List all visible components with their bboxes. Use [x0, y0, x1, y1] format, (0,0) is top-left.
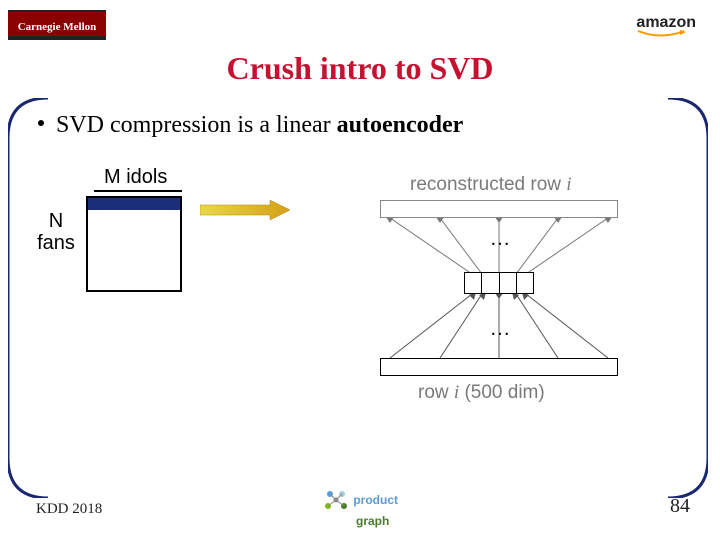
matrix-highlighted-row [88, 198, 180, 210]
output-row-box [380, 200, 618, 218]
page-number: 84 [670, 495, 690, 518]
bottleneck-box [464, 272, 534, 294]
amazon-text: amazon [636, 14, 696, 31]
slide-title: Crush intro to SVD [0, 50, 720, 87]
rowi-dim: (500 dim) [459, 382, 545, 403]
ellipsis-top: … [490, 228, 510, 251]
slide-frame [8, 98, 708, 498]
rows-label-n: N [49, 210, 63, 232]
footer-venue: KDD 2018 [36, 501, 102, 518]
ellipsis-bottom: … [490, 318, 510, 341]
product-graph-icon [322, 488, 350, 514]
footer-product-text: product [353, 493, 398, 507]
matrix-rows-label: N fans [32, 210, 80, 254]
rows-label-fans: fans [37, 232, 75, 254]
reconstructed-label: reconstructed row i [410, 174, 572, 196]
matrix-cols-underline [94, 190, 182, 192]
rowi-prefix: row [418, 382, 454, 403]
bullet-bold: autoencoder [337, 112, 464, 138]
input-row-box [380, 358, 618, 376]
recon-var: i [566, 174, 571, 195]
matrix-box [86, 196, 182, 292]
recon-prefix: reconstructed row [410, 174, 566, 195]
footer-logo: product graph [322, 488, 398, 528]
bullet-icon [38, 120, 44, 126]
amazon-smile-icon [636, 30, 686, 38]
arrow-right-icon [200, 200, 290, 220]
cmu-logo: Carnegie Mellon [8, 10, 106, 40]
footer-graph-text: graph [356, 514, 389, 528]
matrix-cols-label: M idols [104, 166, 167, 189]
bullet-prefix: SVD compression is a linear [56, 112, 337, 138]
bullet-text: SVD compression is a linear autoencoder [56, 112, 463, 139]
input-row-label: row i (500 dim) [418, 382, 545, 404]
amazon-logo: amazon [636, 14, 696, 38]
